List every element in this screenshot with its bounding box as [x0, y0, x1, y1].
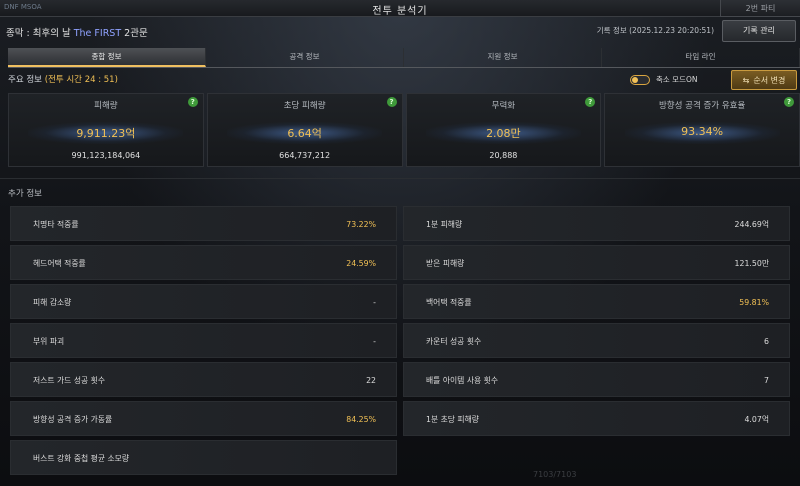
- extra-row-value: -: [373, 298, 376, 307]
- extra-row-label: 헤드어택 적중률: [33, 259, 86, 268]
- extra-row-value: 121.50만: [734, 259, 769, 268]
- boss-prefix: 종막 : 최후의 날: [6, 28, 71, 39]
- help-icon[interactable]: ?: [784, 97, 794, 107]
- stat-card-damage: 피해량 ? 9,911.23억 991,123,184,064: [8, 93, 204, 167]
- record-info: 기록 정보 (2025.12.23 20:20:51): [596, 26, 714, 35]
- extra-row-value: 84.25%: [346, 415, 376, 424]
- extra-row-value: 6: [764, 337, 769, 346]
- extra-row: 카운터 성공 횟수 6: [403, 323, 790, 358]
- extra-row-value: 22: [366, 376, 376, 385]
- extra-row-label: 백어택 적중률: [426, 298, 472, 307]
- stat-title: 피해량: [94, 101, 118, 111]
- compact-mode-label: 축소 모드ON: [656, 75, 698, 84]
- extra-row-label: 방향성 공격 증가 가동률: [33, 415, 113, 424]
- extra-info-label: 추가 정보: [8, 189, 42, 199]
- stat-sub: 991,123,184,064: [71, 151, 141, 160]
- extra-row-label: 받은 피해량: [426, 259, 465, 268]
- extra-row-label: 1분 피해량: [426, 220, 463, 229]
- tab-bar: 종합 정보 공격 정보 지원 정보 타임 라인: [8, 48, 800, 68]
- stat-card-stagger: 무력화 ? 2.08만 20,888: [405, 93, 602, 167]
- combat-time: (전투 시간 24 : 51): [44, 75, 118, 85]
- extra-row: 헤드어택 적중률 24.59%: [10, 245, 397, 280]
- boss-suffix: 2관문: [124, 28, 148, 39]
- stat-card-dps: 초당 피해량 ? 6.64억 664,737,212: [206, 93, 403, 167]
- extra-row-label: 버스트 강화 중첩 평균 소모량: [33, 454, 129, 463]
- compact-mode-toggle-wrap: 축소 모드ON: [630, 74, 698, 85]
- tab-attack[interactable]: 공격 정보: [206, 48, 404, 67]
- extra-row-value: 4.07억: [744, 415, 769, 424]
- extra-row-value: 73.22%: [346, 220, 376, 229]
- boss-highlight: The FIRST: [73, 28, 122, 39]
- compact-mode-toggle[interactable]: [630, 74, 650, 85]
- extra-row: 피해 감소량 -: [10, 284, 397, 319]
- stat-title: 무력화: [491, 101, 516, 111]
- stat-value: 9,911.23억: [76, 127, 136, 140]
- tab-support[interactable]: 지원 정보: [404, 48, 602, 67]
- extra-row: 받은 피해량 121.50만: [403, 245, 790, 280]
- party-tab[interactable]: 2번 파티: [720, 0, 800, 17]
- extra-row-label: 치명타 적중률: [33, 220, 79, 229]
- stats-panel: 피해량 ? 9,911.23억 991,123,184,064 초당 피해량 ?…: [8, 93, 800, 167]
- title-bar[interactable]: DNF MSOA 전투 분석기 2번 파티: [0, 0, 800, 17]
- extra-row-value: 24.59%: [346, 259, 376, 268]
- help-icon[interactable]: ?: [386, 97, 397, 107]
- stat-value: 6.64억: [287, 127, 322, 140]
- extra-row: 저스트 가드 성공 횟수 22: [10, 362, 397, 397]
- extra-row-value: 244.69억: [734, 220, 769, 229]
- extra-row-label: 1분 초당 피해량: [426, 415, 479, 424]
- stat-title: 방향성 공격 증가 유효율: [658, 101, 746, 111]
- extra-row-label: 피해 감소량: [33, 298, 72, 307]
- extra-row: 백어택 적중률 59.81%: [403, 284, 790, 319]
- extra-row: 버스트 강화 중첩 평균 소모량: [10, 440, 397, 475]
- window-title: 전투 분석기: [372, 6, 428, 17]
- stat-value: 2.08만: [486, 127, 521, 140]
- main-info-label: 주요 정보 (전투 시간 24 : 51): [8, 73, 118, 85]
- extra-row-label: 카운터 성공 횟수: [426, 337, 482, 346]
- extra-row: 부위 파괴 -: [10, 323, 397, 358]
- extra-info-grid: 치명타 적중률 73.22% 1분 피해량 244.69억 헤드어택 적중률 2…: [10, 206, 790, 475]
- record-manage-button[interactable]: 기록 관리: [722, 20, 796, 42]
- extra-row-label: 저스트 가드 성공 횟수: [33, 376, 105, 385]
- order-change-label: 순서 변경: [753, 75, 786, 85]
- boss-title: 종막 : 최후의 날 The FIRST 2관문: [6, 25, 148, 39]
- tab-timeline[interactable]: 타임 라인: [602, 48, 800, 67]
- stat-title: 초당 피해량: [283, 101, 326, 111]
- order-change-button[interactable]: ⇆ 순서 변경: [731, 70, 797, 90]
- main-info-title: 주요 정보: [8, 75, 42, 85]
- extra-row: 치명타 적중률 73.22%: [10, 206, 397, 241]
- tab-overview[interactable]: 종합 정보: [8, 48, 206, 67]
- stat-value: 93.34%: [681, 125, 724, 138]
- bottom-hint: 7103/7103: [533, 470, 577, 479]
- stat-sub: 20,888: [489, 151, 518, 160]
- extra-row-value: -: [373, 337, 376, 346]
- stat-sub: 664,737,212: [279, 151, 331, 160]
- extra-row: 방향성 공격 증가 가동률 84.25%: [10, 401, 397, 436]
- extra-row-value: 59.81%: [739, 298, 769, 307]
- divider: [0, 178, 800, 179]
- extra-row: 1분 피해량 244.69억: [403, 206, 790, 241]
- extra-row-value: 7: [764, 376, 769, 385]
- extra-row: 1분 초당 피해량 4.07억: [403, 401, 790, 436]
- extra-row-label: 배틀 아이템 사용 횟수: [426, 376, 498, 385]
- extra-row-label: 부위 파괴: [33, 337, 65, 346]
- swap-arrows-icon: ⇆: [742, 75, 750, 85]
- help-icon[interactable]: ?: [187, 97, 198, 107]
- stat-card-directional: 방향성 공격 증가 유효율 ? 93.34%: [604, 93, 800, 167]
- extra-row: 배틀 아이템 사용 횟수 7: [403, 362, 790, 397]
